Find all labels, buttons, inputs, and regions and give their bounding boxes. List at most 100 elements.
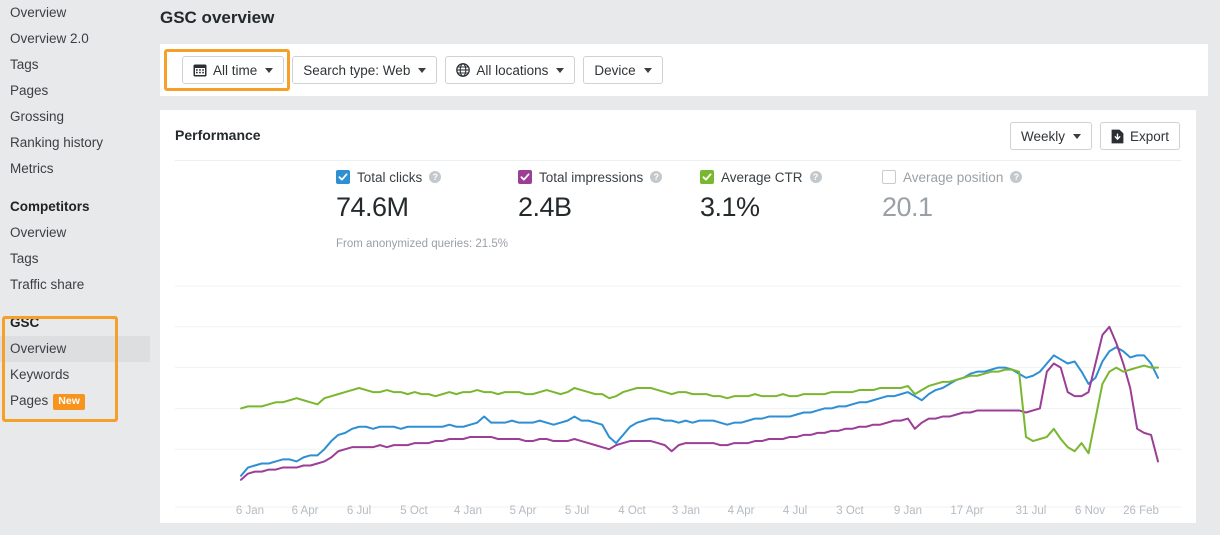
x-axis-tick: 4 Jan [453,505,483,517]
device-button[interactable]: Device [583,56,663,84]
x-axis-tick: 4 Jul [782,505,808,517]
performance-card-header: Performance Weekly Export [160,110,1196,161]
header-divider [175,160,1181,161]
card-controls: Weekly Export [1009,122,1180,150]
metric-value: 2.4B [518,192,572,222]
sidebar-item-metrics[interactable]: Metrics [0,156,160,182]
x-axis-tick: 31 Jul [1015,505,1047,517]
x-axis-tick: 6 Apr [291,505,319,517]
anonymized-note: From anonymized queries: 21.5% [336,238,508,250]
metric-header: Average CTR? [700,168,822,186]
x-axis-tick: 4 Oct [618,505,646,517]
chart-x-axis: 6 Jan 6 Apr 6 Jul 5 Oct 4 Jan 5 Apr 5 Jul 4 Oct… [175,505,1181,521]
date-range-label: All time [213,62,258,78]
export-icon [1111,129,1124,144]
search-type-button[interactable]: Search type: Web [292,56,438,84]
search-type-label: Search type: Web [303,62,411,78]
checkbox-total-clicks[interactable] [336,170,350,184]
locations-label: All locations [476,62,549,78]
x-axis-tick: 9 Jan [893,505,923,517]
x-axis-tick: 17 Apr [950,505,984,517]
metric-value: 3.1% [700,192,760,222]
sidebar-item-tags[interactable]: Tags [0,246,160,272]
sidebar-item-label: Overview [10,5,67,20]
x-axis-tick: 5 Apr [509,505,537,517]
export-label: Export [1129,128,1169,144]
metric-average-ctr: Average CTR? 3.1% [700,168,822,223]
granularity-label: Weekly [1020,128,1065,144]
calendar-icon [193,63,207,77]
help-icon[interactable]: ? [650,171,663,183]
metric-total-clicks: Total clicks? 74.6M [336,168,442,223]
export-button[interactable]: Export [1099,122,1180,150]
sidebar-item-traffic-share[interactable]: Traffic share [0,272,160,298]
filter-bar: All time Search type: Web All locations … [160,44,1208,96]
chart-canvas[interactable] [175,278,1181,508]
metric-value: 74.6M [336,192,409,222]
checkbox-average-position[interactable] [882,170,896,184]
sidebar-section-competitors: Competitors [0,194,160,220]
checkbox-total-impressions[interactable] [518,170,532,184]
x-axis-tick: 6 Nov [1074,505,1106,517]
performance-card: Performance Weekly Export Total clicks ?… [160,110,1196,523]
sidebar-item-overview[interactable]: Overview [0,220,160,246]
x-axis-tick: 3 Jan [671,505,701,517]
sidebar-item-overview[interactable]: Overview [0,0,160,26]
metric-total-impressions: Total impressions? 2.4B [518,168,663,223]
sidebar-item-overview-2-0[interactable]: Overview 2.0 [0,26,160,52]
sidebar-item-label: Metrics [10,161,54,176]
device-label: Device [594,62,636,78]
sidebar-item-pages[interactable]: Pages New [0,388,160,414]
date-range-button[interactable]: All time [182,56,285,84]
x-axis-tick: 5 Oct [400,505,428,517]
metric-header: Total clicks? [336,168,442,186]
chart-line-total-impressions [240,325,1159,481]
chevron-down-icon [418,67,427,73]
chevron-down-icon [1072,133,1081,139]
globe-icon [456,63,471,77]
metric-label: Total impressions [539,169,644,185]
help-icon[interactable]: ? [809,171,822,183]
sidebar-item-label: Overview 2.0 [10,31,89,46]
sidebar-item-label: Pages [10,393,49,408]
help-icon[interactable]: ? [429,171,442,183]
sidebar-item-overview[interactable]: Overview [0,336,150,362]
sidebar-item-label: Keywords [10,367,70,382]
metrics-row: Total clicks? 74.6M Total impressions? 2.4B… [160,168,1196,268]
sidebar-item-label: Ranking history [10,135,104,150]
metric-value: 20.1 [882,192,933,222]
locations-button[interactable]: All locations [445,56,576,84]
chevron-down-icon [556,67,565,73]
sidebar-item-label: Overview [10,341,67,356]
sidebar-item-ranking-history[interactable]: Ranking history [0,130,160,156]
x-axis-tick: 5 Jul [564,505,590,517]
checkbox-average-ctr[interactable] [700,170,714,184]
sidebar-item-label: Competitors [10,199,90,214]
gsc-overview-page: Overview Overview 2.0 Tags Pages Grossing Ran… [0,0,1220,535]
sidebar-item-label: Tags [10,251,39,266]
sidebar-item-label: Pages [10,83,49,98]
sidebar-section-gsc: GSC [0,310,160,336]
chevron-down-icon [265,67,274,73]
metric-label: Average CTR [721,169,803,185]
sidebar-item-label: Traffic share [10,277,85,292]
page-title: GSC overview [160,8,275,27]
metric-header: Total impressions? [518,168,663,186]
granularity-button[interactable]: Weekly [1009,122,1092,150]
x-axis-tick: 6 Jan [235,505,265,517]
sidebar-item-keywords[interactable]: Keywords [0,362,160,388]
performance-title: Performance [175,127,261,143]
new-badge: New [53,394,85,410]
sidebar-item-pages[interactable]: Pages [0,78,160,104]
performance-chart[interactable] [175,278,1181,508]
sidebar-item-label: Tags [10,57,39,72]
help-icon[interactable]: ? [1010,171,1023,183]
x-axis-tick: 6 Jul [346,505,372,517]
x-axis-tick: 26 Feb [1123,505,1159,517]
sidebar-item-label: Grossing [10,109,65,124]
sidebar-item-grossing[interactable]: Grossing [0,104,160,130]
sidebar-item-label: Overview [10,225,67,240]
x-axis-tick: 4 Apr [727,505,755,517]
chevron-down-icon [643,67,652,73]
sidebar-item-tags[interactable]: Tags [0,52,160,78]
